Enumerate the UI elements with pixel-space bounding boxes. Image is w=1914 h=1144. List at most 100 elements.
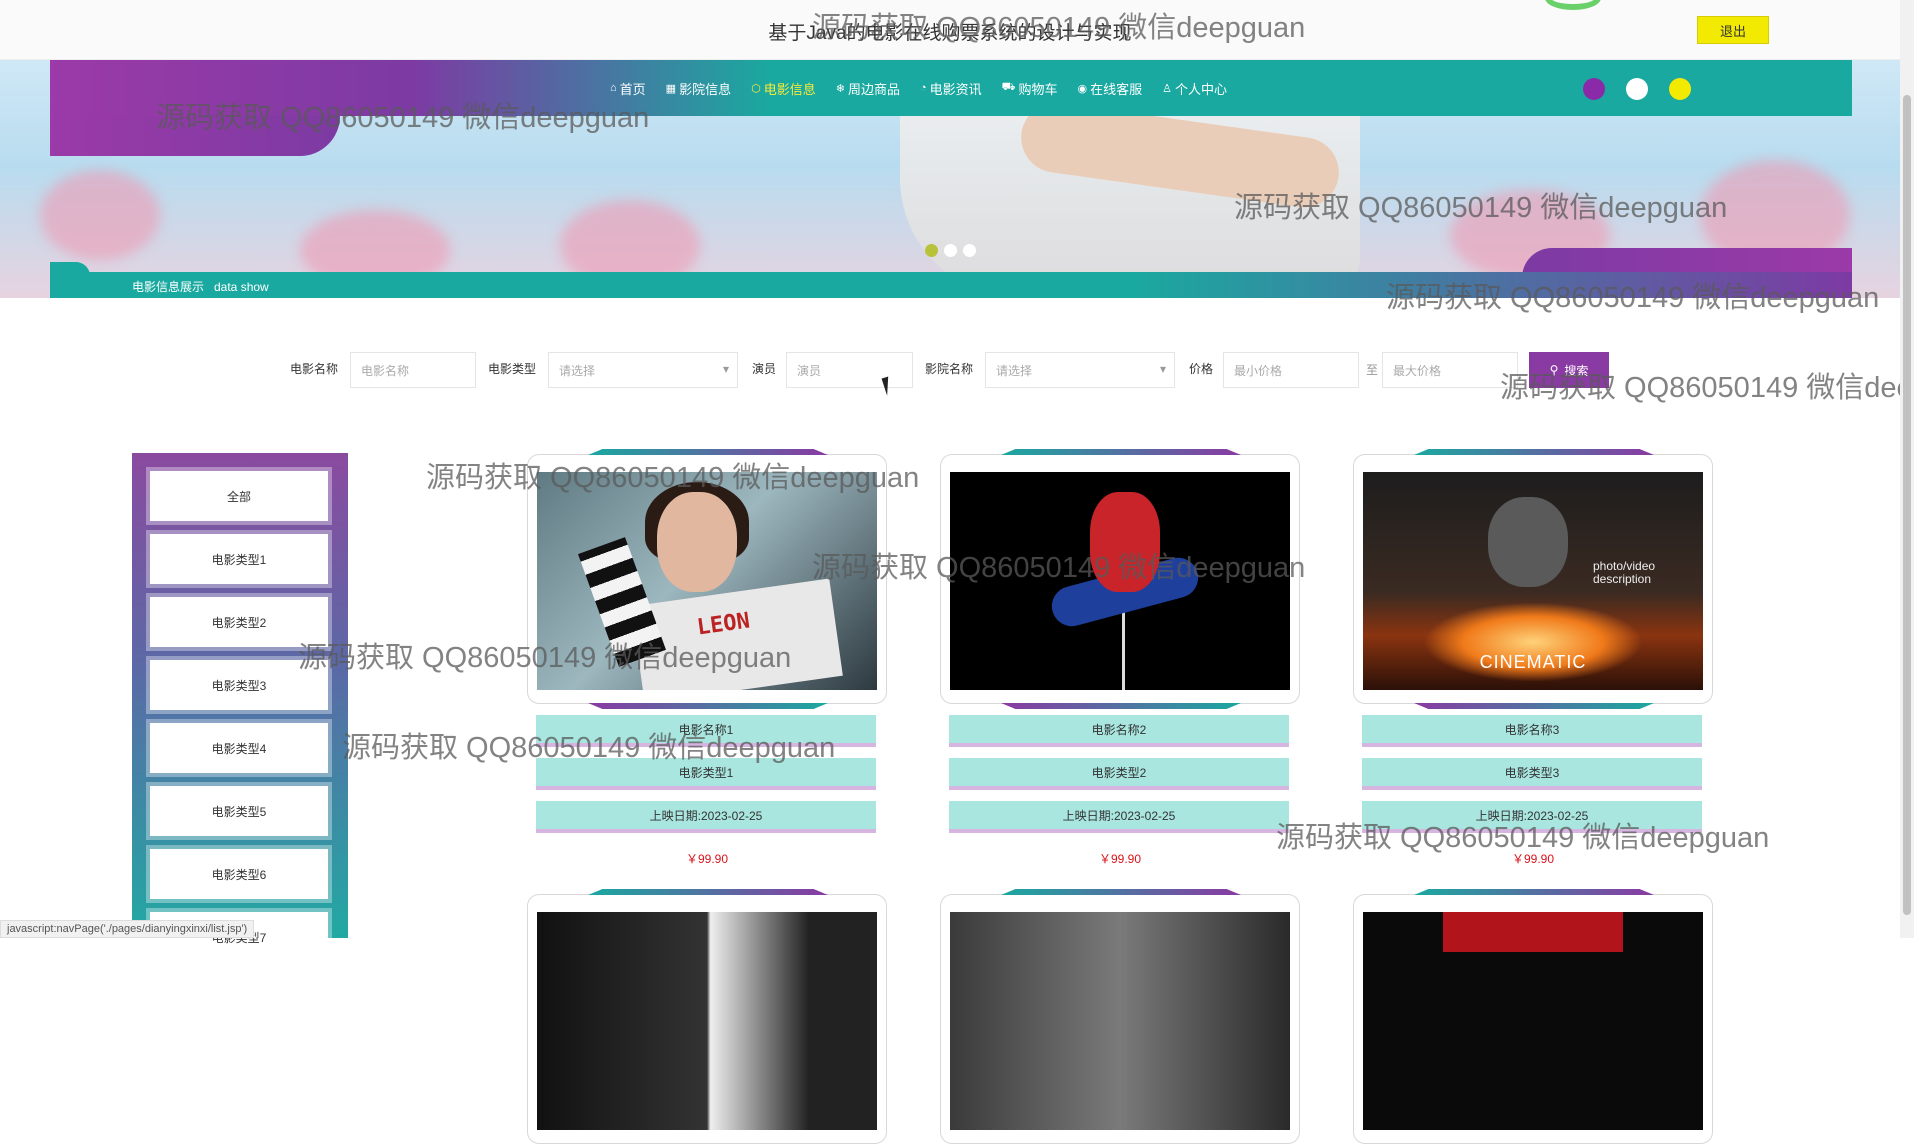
banner-footer: 电影信息展示 data show — [50, 248, 1852, 298]
search-form: 电影名称 电影名称 电影类型 请选择 演员 演员 影院名称 请选择 价格 最小价… — [0, 352, 1900, 388]
chat-icon: ◉ — [1077, 82, 1088, 95]
poster-title-text: CINEMATIC — [1479, 652, 1587, 672]
main-navbar: ⌂ 首页 ▦ 影院信息 ⬡ 电影信息 ❄ 周边商品 ◔ 电影资讯 ⛟ 购物车 ◉ 在线客服 ♙… — [50, 60, 1852, 156]
poster-description: photo/video description — [1593, 560, 1655, 586]
banner-footer-bar — [50, 272, 1852, 298]
price-label: 价格 — [1189, 362, 1214, 376]
scrollbar-thumb[interactable] — [1903, 95, 1911, 915]
home-icon: ⌂ — [610, 82, 617, 94]
user-icon: ♙ — [1162, 82, 1172, 95]
movie-price: ￥99.90 — [1098, 852, 1142, 866]
navbar-wave — [50, 116, 340, 156]
max-price-input[interactable]: 最大价格 — [1382, 352, 1518, 388]
frame-accent — [1001, 703, 1241, 709]
section-caption: 电影信息展示 data show — [132, 280, 269, 294]
movie-release-date: 上映日期:2023-02-25 — [1362, 801, 1702, 833]
poster-frame — [1353, 889, 1713, 1144]
frame-accent — [1414, 703, 1654, 709]
nav-item-movies[interactable]: ⬡ 电影信息 — [751, 79, 816, 98]
movie-type: 电影类型1 — [536, 758, 876, 790]
movie-poster[interactable] — [950, 912, 1290, 1130]
decorative-ring — [1545, 0, 1601, 10]
movie-price: ￥99.90 — [685, 852, 729, 866]
category-item[interactable]: 电影类型6 — [150, 849, 328, 899]
nav-item-label: 购物车 — [1018, 81, 1058, 97]
frame-accent — [1414, 449, 1654, 455]
cinema-icon: ▦ — [665, 82, 677, 95]
poster-frame — [940, 889, 1300, 1144]
movie-poster[interactable]: photo/video description CINEMATIC — [1363, 472, 1703, 690]
palette-icon: ◔ — [919, 82, 927, 94]
top-bar: 基于Java的电影在线购票系统的设计与实现 退出 — [0, 0, 1900, 60]
nav-item-home[interactable]: ⌂ 首页 — [610, 79, 646, 98]
cinema-name-select[interactable]: 请选择 — [985, 352, 1175, 388]
select-placeholder: 请选择 — [559, 363, 596, 378]
frame-accent — [1414, 889, 1654, 895]
poster-frame: LEON — [527, 449, 887, 709]
actor-label: 演员 — [752, 362, 777, 376]
category-item[interactable]: 电影类型5 — [150, 786, 328, 836]
movie-type-select[interactable]: 请选择 — [548, 352, 738, 388]
min-price-input[interactable]: 最小价格 — [1223, 352, 1359, 388]
movie-name: 电影名称3 — [1362, 715, 1702, 747]
nav-item-news[interactable]: ◔ 电影资讯 — [920, 79, 982, 98]
poster-frame — [940, 449, 1300, 709]
search-icon: ⚲ — [1549, 363, 1559, 377]
category-sidebar: 全部 电影类型1 电影类型2 电影类型3 电影类型4 电影类型5 电影类型6 电… — [132, 453, 348, 962]
poster-title-block — [1443, 912, 1623, 952]
nav-item-label: 周边商品 — [847, 81, 900, 97]
category-item[interactable]: 电影类型4 — [150, 723, 328, 773]
nav-item-support[interactable]: ◉ 在线客服 — [1077, 79, 1142, 98]
category-all[interactable]: 全部 — [150, 471, 328, 521]
movie-poster[interactable] — [537, 912, 877, 1130]
search-button-label: 搜索 — [1564, 363, 1589, 378]
movie-poster[interactable] — [1363, 912, 1703, 1130]
poster-frame — [527, 889, 887, 1144]
frame-accent — [588, 449, 828, 455]
movie-poster[interactable] — [950, 472, 1290, 690]
site-title: 基于Java的电影在线购票系统的设计与实现 — [768, 23, 1132, 44]
nav-item-label: 电影资讯 — [929, 81, 982, 97]
poster-desc-line: photo/video — [1593, 559, 1656, 573]
page-scrollbar[interactable] — [1900, 0, 1914, 938]
movie-type-label: 电影类型 — [488, 362, 537, 376]
nav-item-label: 影院信息 — [679, 81, 732, 97]
category-item[interactable]: 电影类型1 — [150, 534, 328, 584]
nav-item-cart[interactable]: ⛟ 购物车 — [1002, 79, 1058, 98]
poster-figure — [1090, 492, 1160, 592]
category-item[interactable]: 电影类型2 — [150, 597, 328, 647]
blossom-decoration — [40, 170, 160, 260]
movie-name-input[interactable]: 电影名称 — [350, 352, 476, 388]
poster-figure — [1488, 497, 1568, 587]
nav-item-profile[interactable]: ♙ 个人中心 — [1162, 79, 1227, 98]
frame-accent — [1001, 889, 1241, 895]
movie-name-label: 电影名称 — [290, 362, 339, 376]
category-item[interactable]: 电影类型3 — [150, 660, 328, 710]
movie-poster[interactable]: LEON — [537, 472, 877, 690]
frame-accent — [1001, 449, 1241, 455]
theme-swatch-white[interactable] — [1626, 78, 1648, 100]
nav-item-merch[interactable]: ❄ 周边商品 — [836, 79, 900, 98]
frame-accent — [588, 703, 828, 709]
status-bar: javascript:navPage('./pages/dianyingxinx… — [0, 920, 255, 938]
movie-name: 电影名称2 — [949, 715, 1289, 747]
poster-desc-line: description — [1593, 572, 1652, 586]
movie-type: 电影类型2 — [949, 758, 1289, 790]
movie-name: 电影名称1 — [536, 715, 876, 747]
logout-button[interactable]: 退出 — [1697, 16, 1769, 44]
theme-swatch-yellow[interactable] — [1669, 78, 1691, 100]
nav-item-label: 在线客服 — [1090, 81, 1143, 97]
nav-item-cinemas[interactable]: ▦ 影院信息 — [666, 79, 731, 98]
movie-release-date: 上映日期:2023-02-25 — [949, 801, 1289, 833]
theme-swatch-purple[interactable] — [1583, 78, 1605, 100]
nav-item-label: 个人中心 — [1174, 81, 1227, 97]
poster-clapper-stripes — [577, 537, 667, 667]
poster-figure — [657, 492, 737, 592]
cube-icon: ⬡ — [751, 82, 761, 95]
poster-frame: photo/video description CINEMATIC — [1353, 449, 1713, 709]
cinema-name-label: 影院名称 — [925, 362, 974, 376]
search-button[interactable]: ⚲ 搜索 — [1529, 352, 1609, 388]
banner-carousel: ⌂ 首页 ▦ 影院信息 ⬡ 电影信息 ❄ 周边商品 ◔ 电影资讯 ⛟ 购物车 ◉ 在线客服 ♙… — [0, 60, 1900, 298]
movie-type: 电影类型3 — [1362, 758, 1702, 790]
cart-icon: ⛟ — [1001, 81, 1016, 93]
